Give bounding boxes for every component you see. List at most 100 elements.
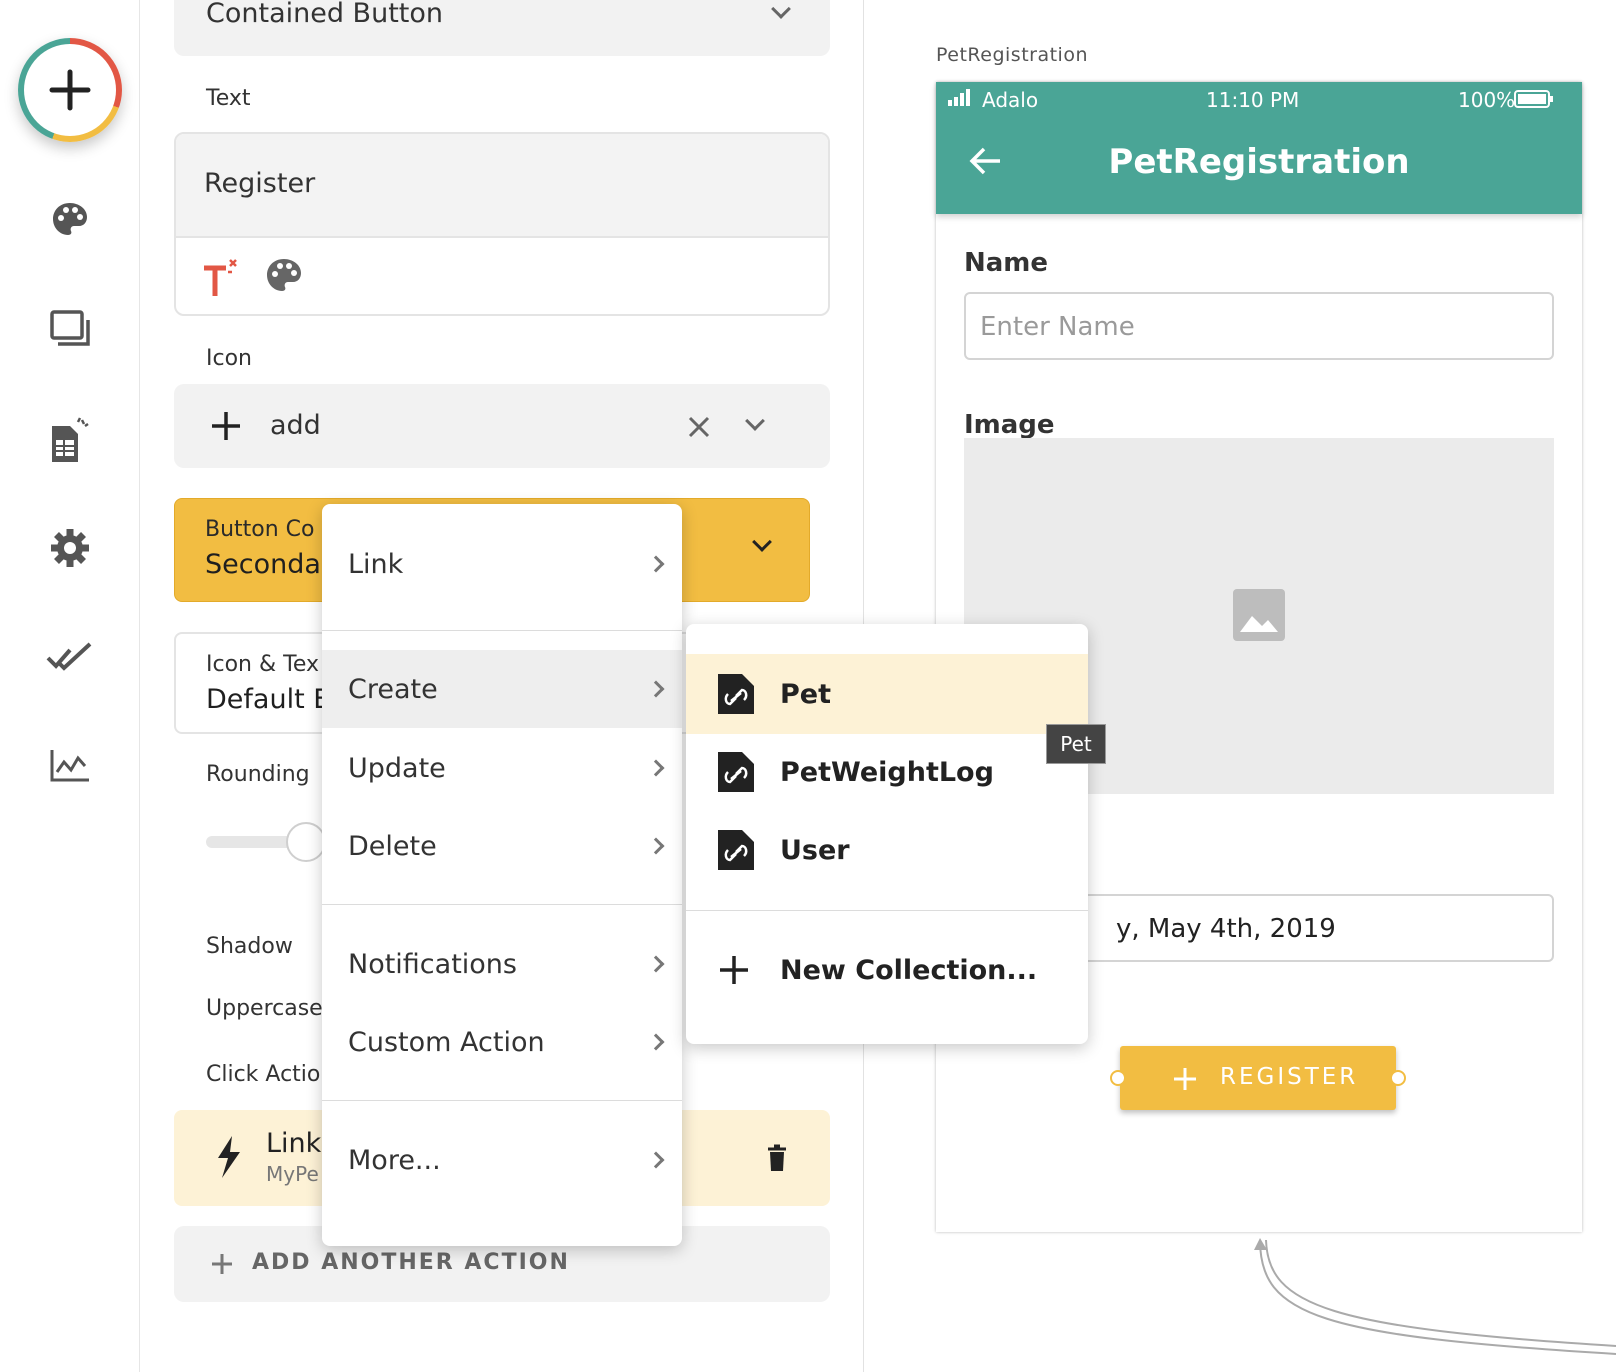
resize-handle-left[interactable] (1110, 1070, 1126, 1086)
menu-item-custom-action[interactable]: Custom Action (322, 1002, 682, 1082)
icon-select[interactable]: add (174, 384, 830, 468)
new-collection-label: New Collection... (780, 954, 1038, 986)
add-component-button[interactable] (18, 38, 122, 142)
settings-gear-icon[interactable] (40, 518, 100, 578)
shadow-label: Shadow (206, 934, 293, 959)
submenu-item-petweightlog[interactable]: PetWeightLog (686, 732, 1088, 812)
create-collection-submenu: Pet PetWeightLog User New Collection... (686, 624, 1088, 1044)
button-color-label: Button Co (205, 517, 315, 542)
analytics-icon[interactable] (40, 736, 100, 796)
rounding-slider-handle[interactable] (286, 822, 326, 862)
click-actions-label: Click Actio (206, 1062, 321, 1087)
publish-check-icon[interactable] (40, 628, 100, 688)
submenu-item-label: Pet (780, 678, 832, 710)
name-input-placeholder: Enter Name (980, 312, 1135, 342)
plus-icon (212, 1254, 232, 1274)
new-collection-button[interactable]: New Collection... (686, 930, 1088, 1010)
date-input-value: y, May 4th, 2019 (1116, 914, 1336, 944)
menu-item-label: Delete (348, 830, 437, 862)
icon-select-value: add (270, 410, 321, 441)
clear-icon[interactable] (688, 416, 710, 438)
menu-item-notifications[interactable]: Notifications (322, 924, 682, 1004)
plus-icon (1174, 1068, 1196, 1090)
plus-icon (212, 412, 240, 440)
add-action-menu: Link Create Update Delete Notifications … (322, 504, 682, 1246)
menu-divider (322, 630, 682, 631)
submenu-item-label: User (780, 834, 850, 866)
collection-icon (718, 830, 754, 870)
menu-item-label: Update (348, 752, 446, 784)
text-input-value: Register (204, 168, 316, 199)
chevron-down-icon (752, 532, 772, 552)
battery-icon (1514, 90, 1553, 108)
add-another-action-label: ADD ANOTHER ACTION (252, 1250, 570, 1275)
button-type-value: Contained Button (206, 0, 444, 29)
menu-item-label: Custom Action (348, 1026, 545, 1058)
register-button-label: REGISTER (1220, 1064, 1359, 1090)
name-label: Name (964, 248, 1049, 278)
submenu-divider (686, 910, 1088, 911)
chevron-right-icon (647, 555, 665, 573)
register-button[interactable]: REGISTER (1120, 1046, 1396, 1110)
button-color-value: Seconda (205, 549, 321, 580)
menu-divider (322, 1100, 682, 1101)
menu-item-label: Create (348, 673, 438, 705)
lightning-icon (218, 1136, 240, 1178)
rounding-label: Rounding (206, 762, 310, 787)
action-title: Link (266, 1128, 322, 1159)
submenu-item-pet[interactable]: Pet (686, 654, 1088, 734)
icon-text-color-label: Icon & Tex (206, 652, 319, 677)
screens-icon[interactable] (40, 300, 100, 360)
menu-item-delete[interactable]: Delete (322, 806, 682, 886)
signal-icon (948, 89, 970, 106)
chevron-down-icon (771, 0, 791, 19)
menu-item-link[interactable]: Link (322, 524, 682, 604)
resize-handle-right[interactable] (1390, 1070, 1406, 1086)
link-connector-arrow (1254, 1238, 1616, 1355)
text-input[interactable]: Register (176, 134, 828, 238)
screen-name-label[interactable]: PetRegistration (936, 44, 1088, 66)
icon-text-color-value: Default E (206, 684, 331, 715)
chevron-right-icon (647, 1151, 665, 1169)
chevron-right-icon (647, 759, 665, 777)
collection-icon (718, 674, 754, 714)
plus-icon (49, 69, 91, 111)
tooltip: Pet (1046, 724, 1106, 764)
uppercase-label: Uppercase (206, 996, 323, 1021)
text-field-group: Register (174, 132, 830, 316)
app-bar-title: PetRegistration (1108, 142, 1410, 182)
image-label: Image (964, 410, 1055, 440)
left-toolbar (0, 0, 140, 1372)
magic-text-icon[interactable] (200, 256, 240, 298)
submenu-item-user[interactable]: User (686, 810, 1088, 890)
chevron-right-icon (647, 1033, 665, 1051)
image-placeholder-icon (1233, 589, 1285, 641)
menu-divider (322, 904, 682, 905)
delete-trash-icon[interactable] (766, 1144, 788, 1172)
status-battery: 100% (1458, 88, 1516, 112)
chevron-right-icon (647, 837, 665, 855)
palette-icon[interactable] (40, 190, 100, 250)
menu-item-update[interactable]: Update (322, 728, 682, 808)
status-carrier: Adalo (982, 88, 1039, 112)
database-icon[interactable] (40, 410, 100, 470)
button-type-select[interactable]: Contained Button (174, 0, 830, 56)
text-style-palette-icon[interactable] (264, 256, 304, 296)
submenu-item-label: PetWeightLog (780, 756, 994, 788)
chevron-right-icon (647, 680, 665, 698)
chevron-right-icon (647, 955, 665, 973)
plus-icon (720, 956, 748, 984)
menu-item-label: Link (348, 548, 404, 580)
name-input[interactable]: Enter Name (964, 292, 1554, 360)
menu-item-more[interactable]: More... (322, 1120, 682, 1200)
chevron-down-icon[interactable] (745, 411, 765, 431)
icon-label: Icon (206, 346, 252, 371)
text-label: Text (206, 86, 251, 111)
menu-item-create[interactable]: Create (322, 650, 682, 728)
collection-icon (718, 752, 754, 792)
action-subtitle: MyPe (266, 1162, 319, 1186)
menu-item-label: More... (348, 1144, 441, 1176)
menu-item-label: Notifications (348, 948, 517, 980)
app-bar: Adalo 11:10 PM 100% PetRegistration (936, 82, 1582, 214)
status-time: 11:10 PM (1206, 88, 1300, 112)
